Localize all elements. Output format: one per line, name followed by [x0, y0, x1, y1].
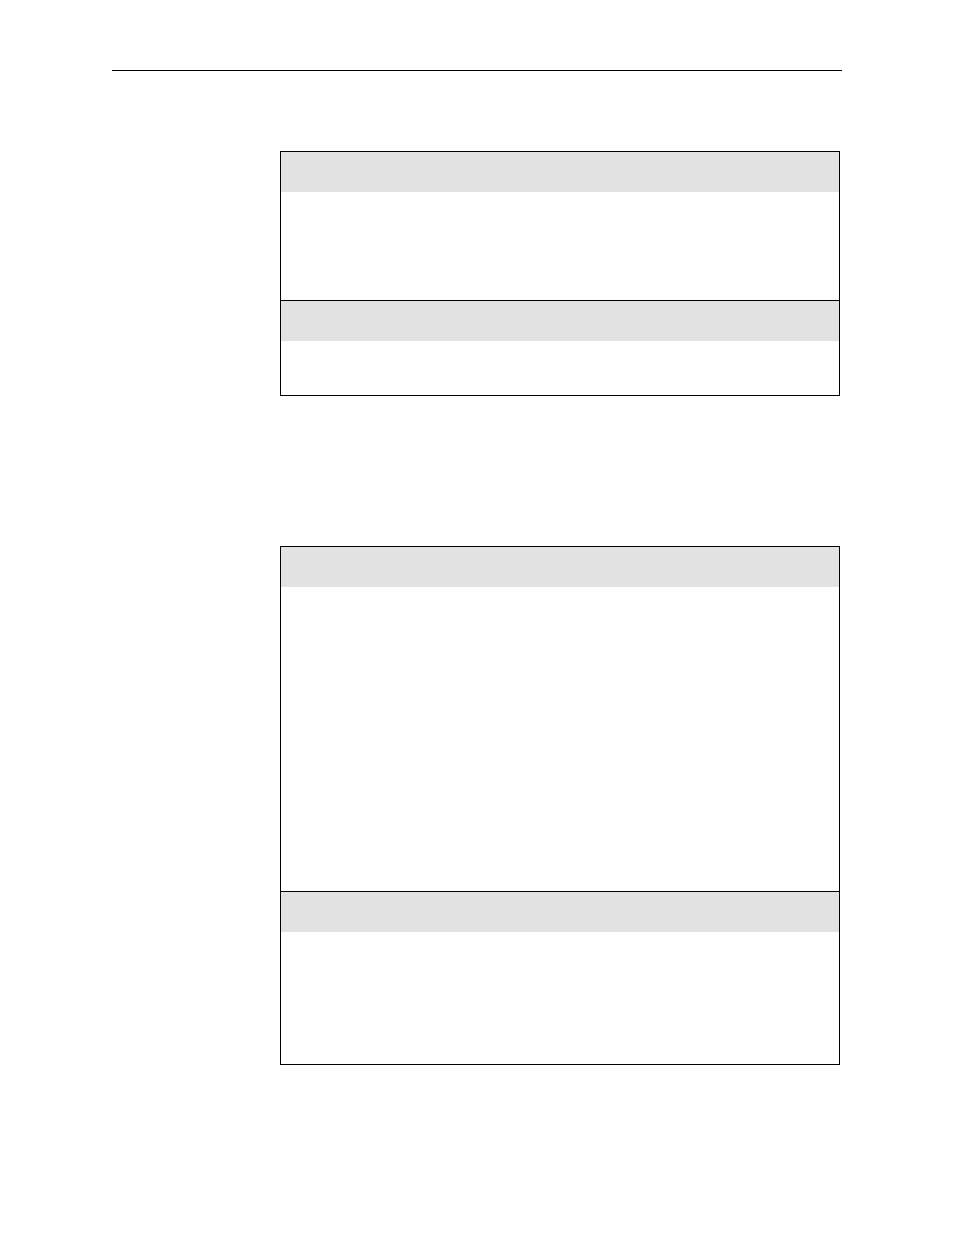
info-box-3-header	[281, 547, 839, 587]
box-group-2	[280, 546, 842, 1065]
info-box-2-body	[281, 341, 839, 395]
content-area	[112, 70, 842, 1065]
info-box-3-body	[281, 587, 839, 891]
info-box-1	[280, 151, 840, 301]
page	[0, 0, 954, 1235]
info-box-4-header	[281, 892, 839, 932]
info-box-4	[280, 892, 840, 1065]
info-box-1-header	[281, 152, 839, 192]
info-box-1-body	[281, 192, 839, 300]
spacer	[112, 396, 842, 546]
info-box-2	[280, 301, 840, 396]
box-group-1	[280, 151, 842, 396]
spacer	[112, 71, 842, 151]
info-box-3	[280, 546, 840, 892]
info-box-2-header	[281, 301, 839, 341]
info-box-4-body	[281, 932, 839, 1064]
